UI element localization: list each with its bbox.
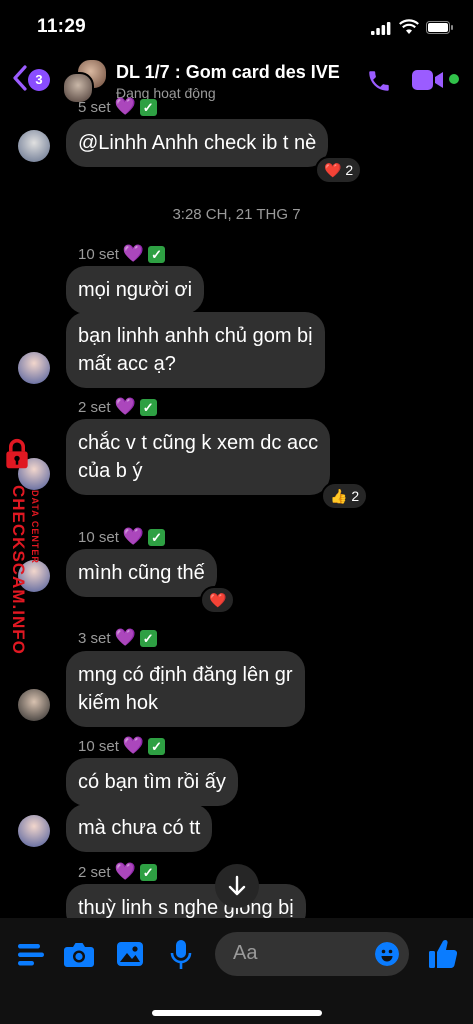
emoji-icon[interactable] bbox=[375, 942, 399, 966]
photo-gallery-icon[interactable] bbox=[117, 942, 143, 966]
battery-icon bbox=[426, 21, 453, 34]
purple-heart-icon: 💜 bbox=[114, 628, 136, 647]
purple-heart-icon: 💜 bbox=[122, 244, 145, 263]
status-time: 11:29 bbox=[37, 16, 87, 37]
status-bar: 11:29 bbox=[0, 0, 473, 52]
phone-call-icon[interactable] bbox=[366, 68, 392, 94]
purple-heart-icon: 💜 bbox=[122, 736, 145, 755]
cellular-signal-icon bbox=[371, 22, 391, 35]
sender-meta: 10 set 💜 ✓ bbox=[78, 527, 166, 547]
message-bubble[interactable]: có bạn tìm rồi ấy bbox=[66, 758, 238, 806]
reaction-badge[interactable]: ❤️ 2 bbox=[315, 156, 363, 184]
message-bubble[interactable]: bạn linhh anhh chủ gom bị mất acc ạ? bbox=[66, 312, 325, 388]
check-mark-icon: ✓ bbox=[139, 98, 157, 116]
message-bubble[interactable]: mng có định đăng lên gr kiếm hok bbox=[66, 651, 305, 727]
chat-header: 3 DL 1/7 : Gom card des IVE Đang hoạt độ… bbox=[0, 52, 473, 110]
lock-icon bbox=[6, 438, 28, 469]
check-mark-icon: ✓ bbox=[139, 629, 157, 647]
check-mark-icon: ✓ bbox=[139, 863, 157, 881]
reaction-badge[interactable]: 👍 2 bbox=[321, 482, 369, 510]
avatar[interactable] bbox=[18, 130, 50, 162]
reaction-badge[interactable]: ❤️ bbox=[200, 586, 236, 614]
watermark-tagline: DATA CENTER bbox=[30, 490, 40, 564]
purple-heart-icon: 💜 bbox=[114, 397, 136, 416]
online-indicator bbox=[449, 74, 459, 84]
thumbs-up-icon[interactable] bbox=[429, 939, 457, 969]
message-bubble[interactable]: mọi người ơi bbox=[66, 266, 205, 314]
unread-count-badge[interactable]: 3 bbox=[28, 69, 50, 91]
message-input-placeholder: Aa bbox=[233, 942, 258, 964]
purple-heart-icon: 💜 bbox=[114, 862, 136, 881]
sender-meta: 3 set 💜 ✓ bbox=[78, 628, 157, 648]
sender-meta: 2 set 💜 ✓ bbox=[78, 397, 157, 417]
check-mark-icon: ✓ bbox=[148, 737, 166, 755]
sender-meta: 10 set 💜 ✓ bbox=[78, 244, 166, 264]
message-bubble[interactable]: @Linhh Anhh check ib t nè bbox=[66, 119, 329, 167]
microphone-icon[interactable] bbox=[170, 940, 192, 970]
camera-icon[interactable] bbox=[64, 941, 94, 967]
message-input[interactable]: Aa bbox=[215, 932, 409, 976]
sender-meta: 10 set 💜 ✓ bbox=[78, 736, 166, 756]
watermark-site: CHECKSCAM.INFO bbox=[9, 485, 28, 655]
purple-heart-icon: 💜 bbox=[122, 527, 145, 546]
back-chevron-icon[interactable] bbox=[12, 64, 28, 92]
video-call-icon[interactable] bbox=[412, 69, 444, 91]
avatar[interactable] bbox=[18, 815, 50, 847]
purple-heart-icon: 💜 bbox=[114, 97, 136, 116]
check-mark-icon: ✓ bbox=[139, 398, 157, 416]
arrow-down-icon bbox=[228, 875, 246, 896]
menu-grid-icon[interactable] bbox=[18, 943, 44, 967]
message-bubble[interactable]: chắc v t cũng k xem dc acc của b ý bbox=[66, 419, 331, 495]
sender-meta: 2 set 💜 ✓ bbox=[78, 862, 157, 882]
message-bubble[interactable]: mà chưa có tt bbox=[66, 804, 213, 852]
avatar[interactable] bbox=[18, 689, 50, 721]
sender-meta: 5 set 💜 ✓ bbox=[78, 97, 157, 117]
timestamp-divider: 3:28 CH, 21 THG 7 bbox=[172, 206, 301, 223]
chat-title[interactable]: DL 1/7 : Gom card des IVE bbox=[116, 62, 340, 83]
wifi-icon bbox=[399, 19, 419, 34]
home-indicator bbox=[152, 1010, 322, 1016]
avatar[interactable] bbox=[18, 352, 50, 384]
check-mark-icon: ✓ bbox=[148, 528, 166, 546]
message-bubble[interactable]: mình cũng thế bbox=[66, 549, 217, 597]
scroll-down-button[interactable] bbox=[215, 864, 259, 908]
check-mark-icon: ✓ bbox=[148, 245, 166, 263]
